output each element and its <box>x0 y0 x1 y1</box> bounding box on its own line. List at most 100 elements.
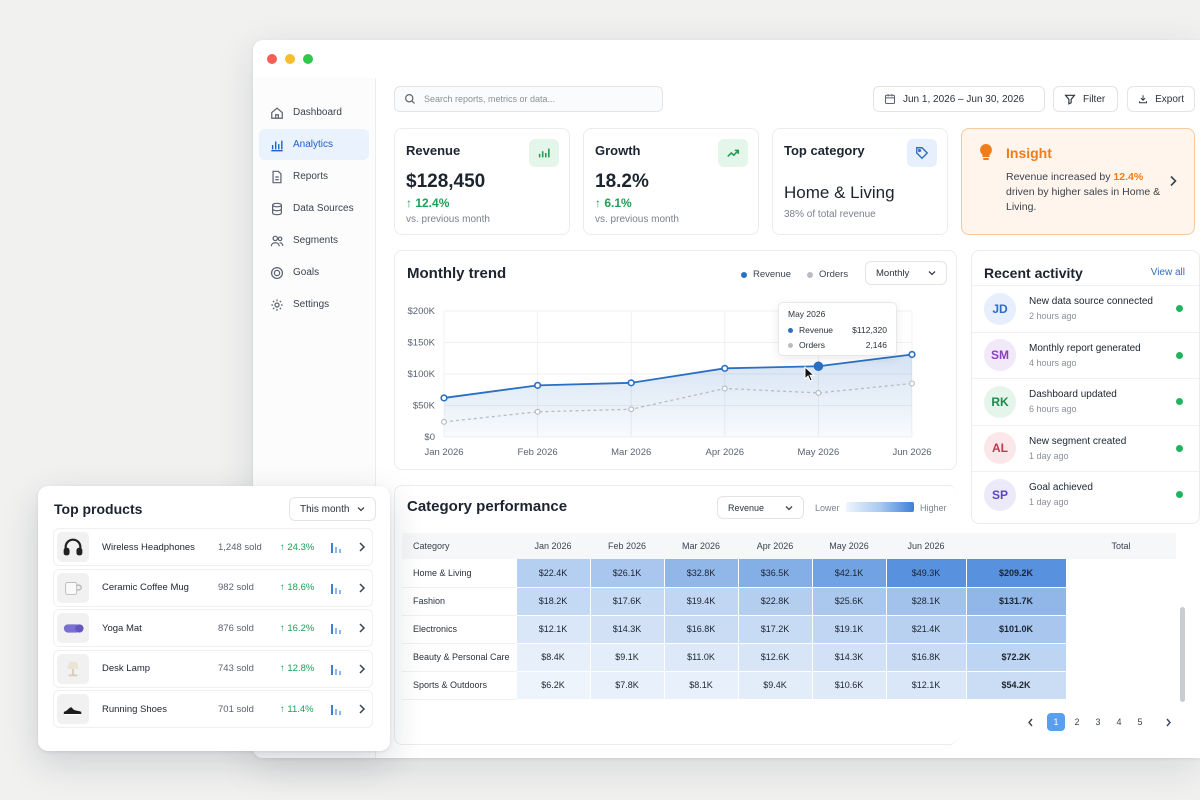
table-row[interactable]: Electronics $12.1K $14.3K $16.8K $17.2K $19.1… <box>402 615 1177 644</box>
heatmap-cell[interactable]: $22.8K <box>738 587 813 616</box>
status-dot <box>1176 351 1183 359</box>
sidebar-item-dashboard[interactable]: Dashboard <box>259 97 369 128</box>
scale-low-label: Lower <box>815 503 840 513</box>
heatmap-cell[interactable]: $49.3K <box>886 559 967 588</box>
y-tick-label: $200K <box>408 306 436 317</box>
pagination-page[interactable]: 3 <box>1089 713 1107 731</box>
sidebar-item-settings[interactable]: Settings <box>259 289 369 320</box>
sidebar-item-data-sources[interactable]: Data Sources <box>259 193 369 224</box>
column-header[interactable]: Feb 2026 <box>590 533 664 559</box>
metric-select[interactable]: Revenue <box>717 496 804 519</box>
chevron-right-icon[interactable] <box>358 542 366 552</box>
download-icon <box>1139 95 1147 104</box>
table-scrollbar[interactable] <box>1180 607 1185 702</box>
activity-time: 6 hours ago <box>1029 404 1077 414</box>
heatmap-cell[interactable]: $42.1K <box>812 559 887 588</box>
heatmap-cell[interactable]: $32.8K <box>664 559 739 588</box>
product-row[interactable]: Yoga Mat 876 sold ↑ 16.2% <box>53 609 373 647</box>
column-header[interactable]: Jun 2026 <box>886 533 966 559</box>
data-point-orders <box>721 385 728 392</box>
activity-item[interactable]: SM Monthly report generated 4 hours ago <box>972 331 1199 378</box>
column-header-blank[interactable] <box>966 533 1066 559</box>
heatmap-cell[interactable]: $10.6K <box>812 671 887 700</box>
insight-card[interactable]: Insight Revenue increased by 12.4% drive… <box>961 128 1195 235</box>
product-row[interactable]: Desk Lamp 743 sold ↑ 12.8% <box>53 649 373 688</box>
pagination-page[interactable]: 2 <box>1068 713 1086 731</box>
heatmap-cell[interactable]: $16.8K <box>886 643 967 672</box>
activity-title: Dashboard updated <box>1029 389 1117 400</box>
column-header[interactable]: Apr 2026 <box>738 533 812 559</box>
table-row[interactable]: Beauty & Personal Care $8.4K $9.1K $11.0K $1… <box>402 643 1177 672</box>
sidebar-item-reports[interactable]: Reports <box>259 161 369 192</box>
product-row[interactable]: Wireless Headphones 1,248 sold ↑ 24.3% <box>53 528 373 566</box>
heatmap-cell[interactable]: $16.8K <box>664 615 739 644</box>
heatmap-cell[interactable]: $8.1K <box>664 671 739 700</box>
heatmap-cell[interactable]: $19.1K <box>812 615 887 644</box>
heatmap-cell[interactable]: $12.1K <box>886 671 967 700</box>
heatmap-cell[interactable]: $6.2K <box>516 671 591 700</box>
heatmap-cell[interactable]: $14.3K <box>812 643 887 672</box>
close-window-button[interactable] <box>267 54 277 64</box>
product-change: ↑ 12.8% <box>280 663 315 674</box>
heatmap-cell[interactable]: $19.4K <box>664 587 739 616</box>
heatmap-cell[interactable]: $28.1K <box>886 587 967 616</box>
activity-item[interactable]: AL New segment created 1 day ago <box>972 424 1199 471</box>
sidebar-item-segments[interactable]: Segments <box>259 225 369 256</box>
heatmap-cell[interactable]: $17.6K <box>590 587 665 616</box>
sidebar-item-goals[interactable]: Goals <box>259 257 369 288</box>
heatmap-cell[interactable]: $26.1K <box>590 559 665 588</box>
chevron-right-icon[interactable] <box>358 623 366 633</box>
heatmap-cell[interactable]: $11.0K <box>664 643 739 672</box>
period-select[interactable]: This month <box>289 497 376 521</box>
column-header[interactable]: Total <box>1066 533 1176 559</box>
mouse-cursor-icon <box>804 366 816 382</box>
heatmap-cell[interactable]: $21.4K <box>886 615 967 644</box>
column-header[interactable]: Jan 2026 <box>516 533 590 559</box>
top-products-card: Top products This month Wireless Headpho… <box>38 486 390 751</box>
chevron-right-icon[interactable] <box>1168 175 1178 187</box>
home-icon <box>271 106 283 119</box>
pagination-page[interactable]: 1 <box>1047 713 1065 731</box>
chevron-right-icon[interactable] <box>358 663 366 674</box>
heatmap-cell[interactable]: $12.1K <box>516 615 591 644</box>
heatmap-cell[interactable]: $8.4K <box>516 643 591 672</box>
table-row[interactable]: Sports & Outdoors $6.2K $7.8K $8.1K $9.4K $10… <box>402 671 1177 700</box>
chevron-right-icon[interactable] <box>358 704 366 714</box>
heatmap-cell[interactable]: $12.6K <box>738 643 813 672</box>
status-dot <box>1176 398 1183 405</box>
view-all-link[interactable]: View all <box>1151 267 1185 278</box>
table-row[interactable]: Fashion $18.2K $17.6K $19.4K $22.8K $25.6K $28… <box>402 587 1177 616</box>
search-input[interactable]: Search reports, metrics or data... <box>394 86 663 112</box>
activity-item[interactable]: JD New data source connected 2 hours ago <box>972 285 1199 331</box>
avatar: JD <box>984 292 1016 325</box>
filter-button[interactable]: Filter <box>1053 86 1118 112</box>
table-row[interactable]: Home & Living $22.4K $26.1K $32.8K $36.5K $42… <box>402 559 1177 588</box>
heatmap-cell[interactable]: $22.4K <box>516 559 591 588</box>
date-range-picker[interactable]: Jun 1, 2026 – Jun 30, 2026 <box>873 86 1045 112</box>
column-header[interactable]: May 2026 <box>812 533 886 559</box>
heatmap-cell[interactable]: $36.5K <box>738 559 813 588</box>
export-button[interactable]: Export <box>1127 86 1195 112</box>
heatmap-cell[interactable]: $9.1K <box>590 643 665 672</box>
filter-label: Filter <box>1083 93 1106 105</box>
activity-item[interactable]: RK Dashboard updated 6 hours ago <box>972 378 1199 424</box>
column-header[interactable]: Mar 2026 <box>664 533 738 559</box>
pagination-next[interactable] <box>1159 713 1177 731</box>
minimize-window-button[interactable] <box>285 54 295 64</box>
maximize-window-button[interactable] <box>303 54 313 64</box>
product-row[interactable]: Ceramic Coffee Mug 982 sold ↑ 18.6% <box>53 568 373 607</box>
category-name: Beauty & Personal Care <box>402 643 517 672</box>
heatmap-cell[interactable]: $25.6K <box>812 587 887 616</box>
heatmap-cell[interactable]: $7.8K <box>590 671 665 700</box>
pagination-page[interactable]: 4 <box>1110 713 1128 731</box>
pagination-prev[interactable] <box>1021 713 1039 731</box>
chevron-right-icon[interactable] <box>358 582 366 593</box>
pagination-page[interactable]: 5 <box>1131 713 1149 731</box>
heatmap-cell[interactable]: $9.4K <box>738 671 813 700</box>
heatmap-cell[interactable]: $17.2K <box>738 615 813 644</box>
column-header[interactable]: Category <box>402 533 516 559</box>
heatmap-cell[interactable]: $14.3K <box>590 615 665 644</box>
heatmap-cell[interactable]: $18.2K <box>516 587 591 616</box>
sidebar-item-analytics[interactable]: Analytics <box>259 129 369 160</box>
product-row[interactable]: Running Shoes 701 sold ↑ 11.4% <box>53 690 373 728</box>
